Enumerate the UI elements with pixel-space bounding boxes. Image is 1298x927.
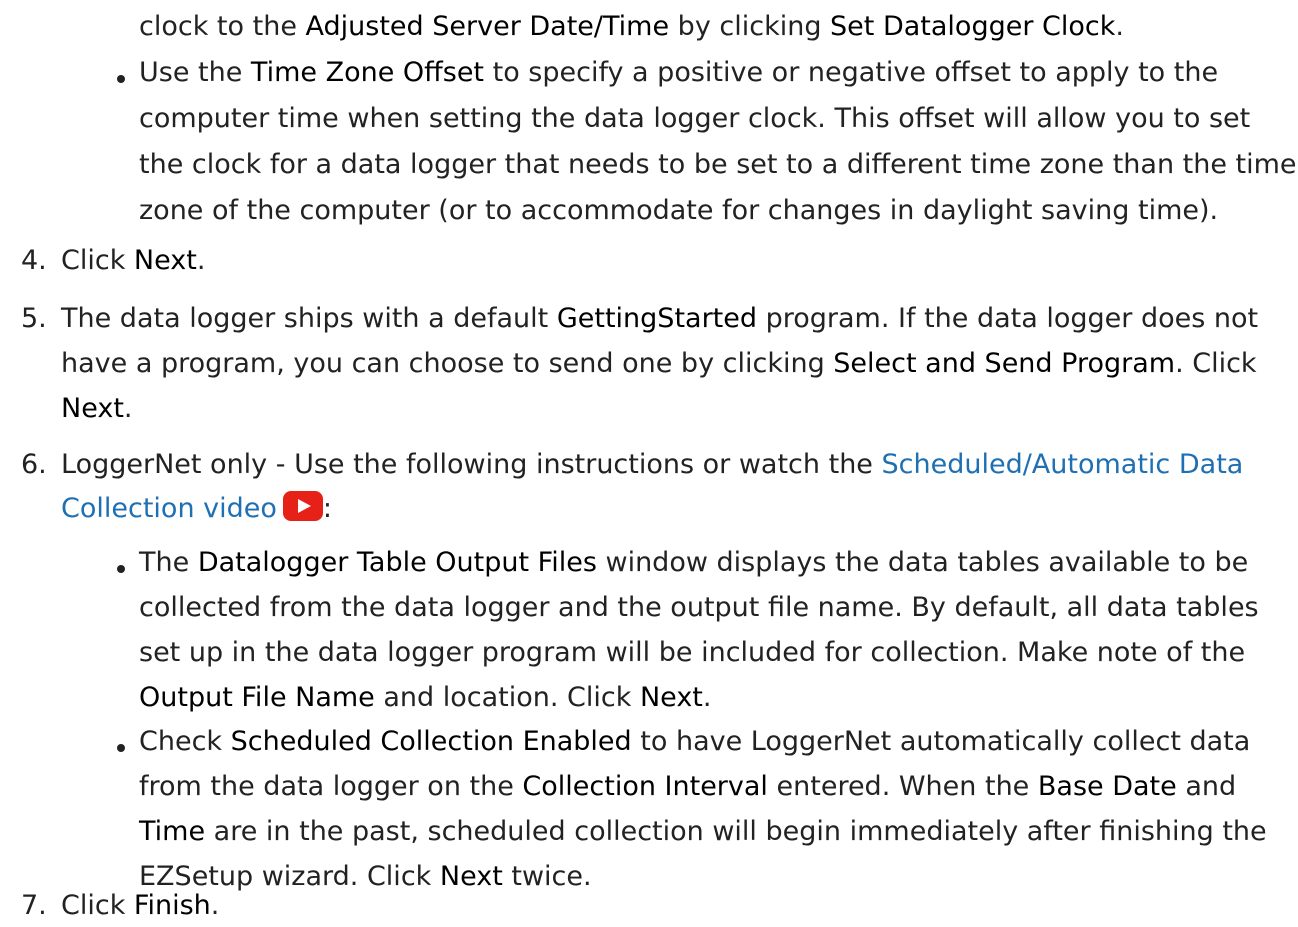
intro-line: clock to the Adjusted Server Date/Time b… (139, 5, 1124, 48)
text: The (139, 547, 198, 578)
ui-term-next: Next (639, 682, 703, 713)
text: twice. (502, 861, 592, 892)
text: . (702, 682, 712, 713)
ui-term-datalogger-table-output-files: Datalogger Table Output Files (197, 547, 597, 578)
step-number: 4. (21, 245, 47, 276)
step-5-line-1: The data logger ships with a default Get… (61, 297, 1258, 340)
ui-term-adjusted-server-date-time: Adjusted Server Date/Time (305, 11, 670, 42)
text: LoggerNet only - Use the following instr… (61, 449, 882, 480)
text: to specify a positive or negative offset… (484, 57, 1219, 88)
ui-term-finish: Finish (133, 890, 211, 921)
text: and location. Click (374, 682, 640, 713)
text: . (123, 393, 133, 424)
tz-bullet-line-1: Use the Time Zone Offset to specify a po… (139, 51, 1218, 94)
step-6-bullet-1-line-2: collected from the data logger and the o… (139, 592, 1259, 623)
step-6-bullet-1-line-1: The Datalogger Table Output Files window… (139, 541, 1248, 584)
step-number: 5. (21, 303, 47, 334)
text: are in the past, scheduled collection wi… (205, 816, 1267, 847)
text: Click (61, 245, 134, 276)
text: Check (139, 726, 231, 757)
text: Use the (139, 57, 251, 88)
text: . (196, 245, 206, 276)
step-4-line: Click Next. (61, 239, 205, 282)
youtube-play-icon[interactable] (282, 491, 323, 521)
tz-bullet-line-4: zone of the computer (or to accommodate … (139, 195, 1219, 226)
text: from the data logger on the (139, 771, 523, 802)
step-6-bullet-1-line-4: Output File Name and location. Click Nex… (139, 676, 711, 719)
step-6-bullet-2-line-1: Check Scheduled Collection Enabled to ha… (139, 720, 1250, 763)
tz-bullet-line-3: the clock for a data logger that needs t… (139, 149, 1297, 180)
step-6-line-1: LoggerNet only - Use the following instr… (61, 443, 1243, 486)
document-page: clock to the Adjusted Server Date/Time b… (0, 0, 1298, 927)
text: clock to the (139, 11, 306, 42)
text: and (1176, 771, 1237, 802)
bullet-dot (117, 75, 125, 83)
ui-term-scheduled-collection-enabled: Scheduled Collection Enabled (230, 726, 632, 757)
text: window displays the data tables availabl… (596, 547, 1249, 578)
step-5-line-2: have a program, you can choose to send o… (61, 342, 1257, 385)
text: . (1115, 11, 1124, 42)
ui-term-collection-interval: Collection Interval (522, 771, 768, 802)
text: Click (61, 890, 134, 921)
step-6-line-2: Collection video: (61, 487, 332, 530)
text: . (210, 890, 220, 921)
ui-term-next: Next (133, 245, 197, 276)
tz-bullet-line-2: computer time when setting the data logg… (139, 103, 1251, 134)
step-5-line-3: Next. (61, 387, 133, 430)
ui-term-set-datalogger-clock: Set Datalogger Clock (830, 11, 1116, 42)
step-6-bullet-2-line-2: from the data logger on the Collection I… (139, 765, 1236, 808)
ui-term-next: Next (439, 861, 503, 892)
text: . Click (1175, 348, 1257, 379)
video-link[interactable]: Collection video (61, 493, 277, 524)
video-link[interactable]: Scheduled/Automatic Data (882, 449, 1244, 480)
text: The data logger ships with a default (61, 303, 557, 334)
ui-term-output-file-name: Output File Name (139, 682, 375, 713)
step-number: 7. (21, 890, 47, 921)
step-6-bullet-1-line-3: set up in the data logger program will b… (139, 637, 1246, 668)
text: by clicking (669, 11, 831, 42)
step-7-line: Click Finish. (61, 884, 219, 927)
ui-term-base-date: Base Date (1037, 771, 1177, 802)
ui-term-time: Time (139, 816, 206, 847)
ui-term-select-and-send-program: Select and Send Program (833, 348, 1176, 379)
bullet-dot (117, 744, 125, 752)
ui-term-gettingstarted: GettingStarted (556, 303, 758, 334)
ui-term-next: Next (61, 393, 124, 424)
bullet-dot (117, 565, 125, 573)
text: have a program, you can choose to send o… (61, 348, 834, 379)
text: entered. When the (767, 771, 1038, 802)
ui-term-time-zone-offset: Time Zone Offset (250, 57, 485, 88)
step-number: 6. (21, 449, 47, 480)
text: program. If the data logger does not (757, 303, 1259, 334)
text: : (322, 493, 332, 524)
step-6-bullet-2-line-3: Time are in the past, scheduled collecti… (139, 810, 1267, 853)
text: to have LoggerNet automatically collect … (631, 726, 1251, 757)
